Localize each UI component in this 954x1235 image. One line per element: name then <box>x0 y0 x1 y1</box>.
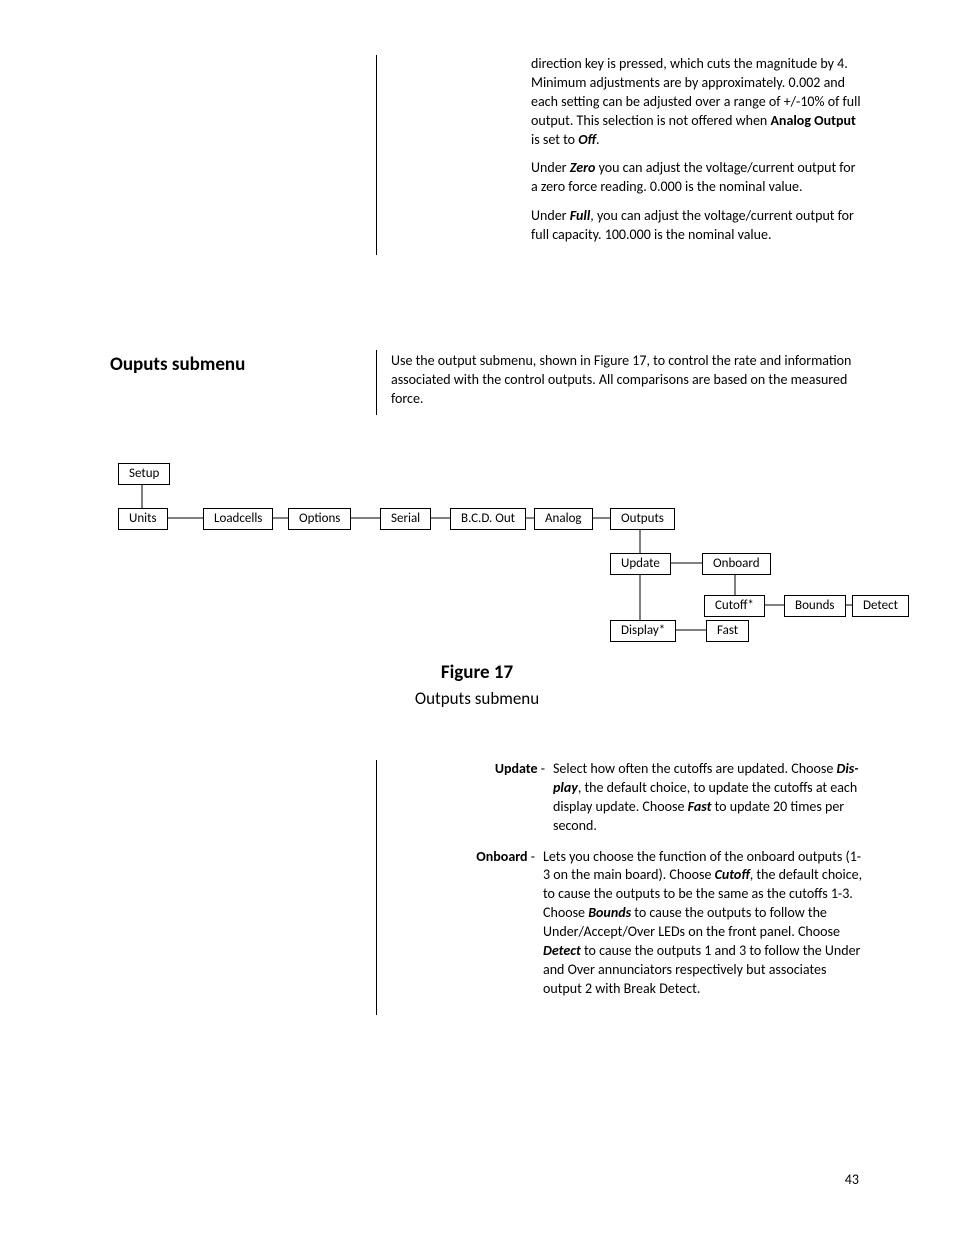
definitions-block: Update - Select how often the cutoffs ar… <box>376 760 865 1015</box>
figure-title: Outputs submenu <box>0 688 954 711</box>
diagram-node-units: Units <box>118 508 168 530</box>
section-row: Ouputs submenu Use the output submenu, s… <box>110 350 864 415</box>
figure-number: Figure 17 <box>0 660 954 686</box>
diagram-node-cutoff: Cutoff* <box>704 595 765 617</box>
def-row-update: Update - Select how often the cutoffs ar… <box>457 760 865 836</box>
diagram-node-serial: Serial <box>380 508 431 530</box>
diagram-node-options: Options <box>288 508 351 530</box>
diagram-node-loadcells: Loadcells <box>203 508 273 530</box>
top-paragraph-1: direction key is pressed, which cuts the… <box>531 55 864 149</box>
figure-caption: Figure 17 Outputs submenu <box>0 660 954 711</box>
top-carryover-block: direction key is pressed, which cuts the… <box>376 55 864 255</box>
section-heading: Ouputs submenu <box>110 350 376 415</box>
diagram-node-fast: Fast <box>706 620 749 642</box>
top-paragraph-2: Under Zero you can adjust the voltage/cu… <box>531 159 864 197</box>
diagram-node-outputs: Outputs <box>610 508 675 530</box>
diagram-node-bounds: Bounds <box>784 595 846 617</box>
diagram-node-onboard: Onboard <box>702 553 771 575</box>
diagram-node-analog: Analog <box>534 508 593 530</box>
diagram-node-update: Update <box>610 553 671 575</box>
outputs-submenu-diagram: Setup Units Loadcells Options Serial B.C… <box>100 460 880 645</box>
section-body: Use the output submenu, shown in Figure … <box>377 350 864 415</box>
diagram-node-display: Display* <box>610 620 676 642</box>
page-number: 43 <box>845 1171 859 1190</box>
diagram-node-bcd: B.C.D. Out <box>450 508 526 530</box>
diagram-node-setup: Setup <box>118 463 170 485</box>
top-paragraph-3: Under Full, you can adjust the voltage/c… <box>531 207 864 245</box>
diagram-node-detect: Detect <box>852 595 909 617</box>
def-row-onboard: Onboard - Lets you choose the function o… <box>447 848 865 999</box>
